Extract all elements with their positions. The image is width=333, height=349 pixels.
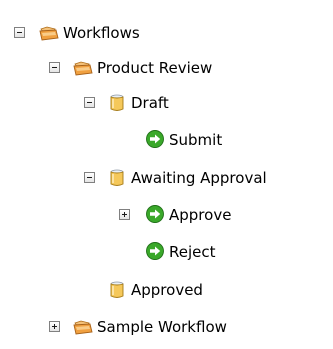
tree-node-product-review[interactable]: Product Review xyxy=(0,57,333,79)
tree-node-label[interactable]: Product Review xyxy=(97,58,212,78)
state-jar-icon xyxy=(110,94,124,112)
workflow-folder-icon xyxy=(39,26,59,41)
collapse-toggle-icon[interactable] xyxy=(14,27,25,38)
state-jar-icon xyxy=(110,281,124,299)
transition-arrow-icon xyxy=(146,130,164,148)
tree-node-approve[interactable]: Approve xyxy=(0,204,333,226)
workflow-folder-icon xyxy=(73,61,93,76)
tree-node-awaiting-approval[interactable]: Awaiting Approval xyxy=(0,167,333,189)
expand-toggle-icon[interactable] xyxy=(49,321,60,332)
tree-node-label[interactable]: Sample Workflow xyxy=(97,317,227,337)
tree-node-label[interactable]: Submit xyxy=(169,130,222,150)
tree-node-label[interactable]: Workflows xyxy=(63,23,140,43)
transition-arrow-icon xyxy=(146,205,164,223)
tree-node-draft[interactable]: Draft xyxy=(0,92,333,114)
workflow-tree: Workflows Product Review Draft Submit Aw… xyxy=(0,0,333,349)
expand-toggle-icon[interactable] xyxy=(119,209,130,220)
transition-arrow-icon xyxy=(146,242,164,260)
tree-node-label[interactable]: Awaiting Approval xyxy=(131,168,267,188)
tree-node-label[interactable]: Approved xyxy=(131,280,203,300)
tree-node-workflows[interactable]: Workflows xyxy=(0,22,333,44)
collapse-toggle-icon[interactable] xyxy=(49,62,60,73)
tree-node-label[interactable]: Approve xyxy=(169,205,231,225)
tree-node-submit[interactable]: Submit xyxy=(0,129,333,151)
state-jar-icon xyxy=(110,169,124,187)
tree-node-label[interactable]: Draft xyxy=(131,93,169,113)
tree-node-sample-workflow[interactable]: Sample Workflow xyxy=(0,316,333,338)
tree-node-reject[interactable]: Reject xyxy=(0,241,333,263)
collapse-toggle-icon[interactable] xyxy=(84,97,95,108)
tree-node-label[interactable]: Reject xyxy=(169,242,216,262)
workflow-folder-icon xyxy=(73,320,93,335)
tree-node-approved[interactable]: Approved xyxy=(0,279,333,301)
collapse-toggle-icon[interactable] xyxy=(84,172,95,183)
